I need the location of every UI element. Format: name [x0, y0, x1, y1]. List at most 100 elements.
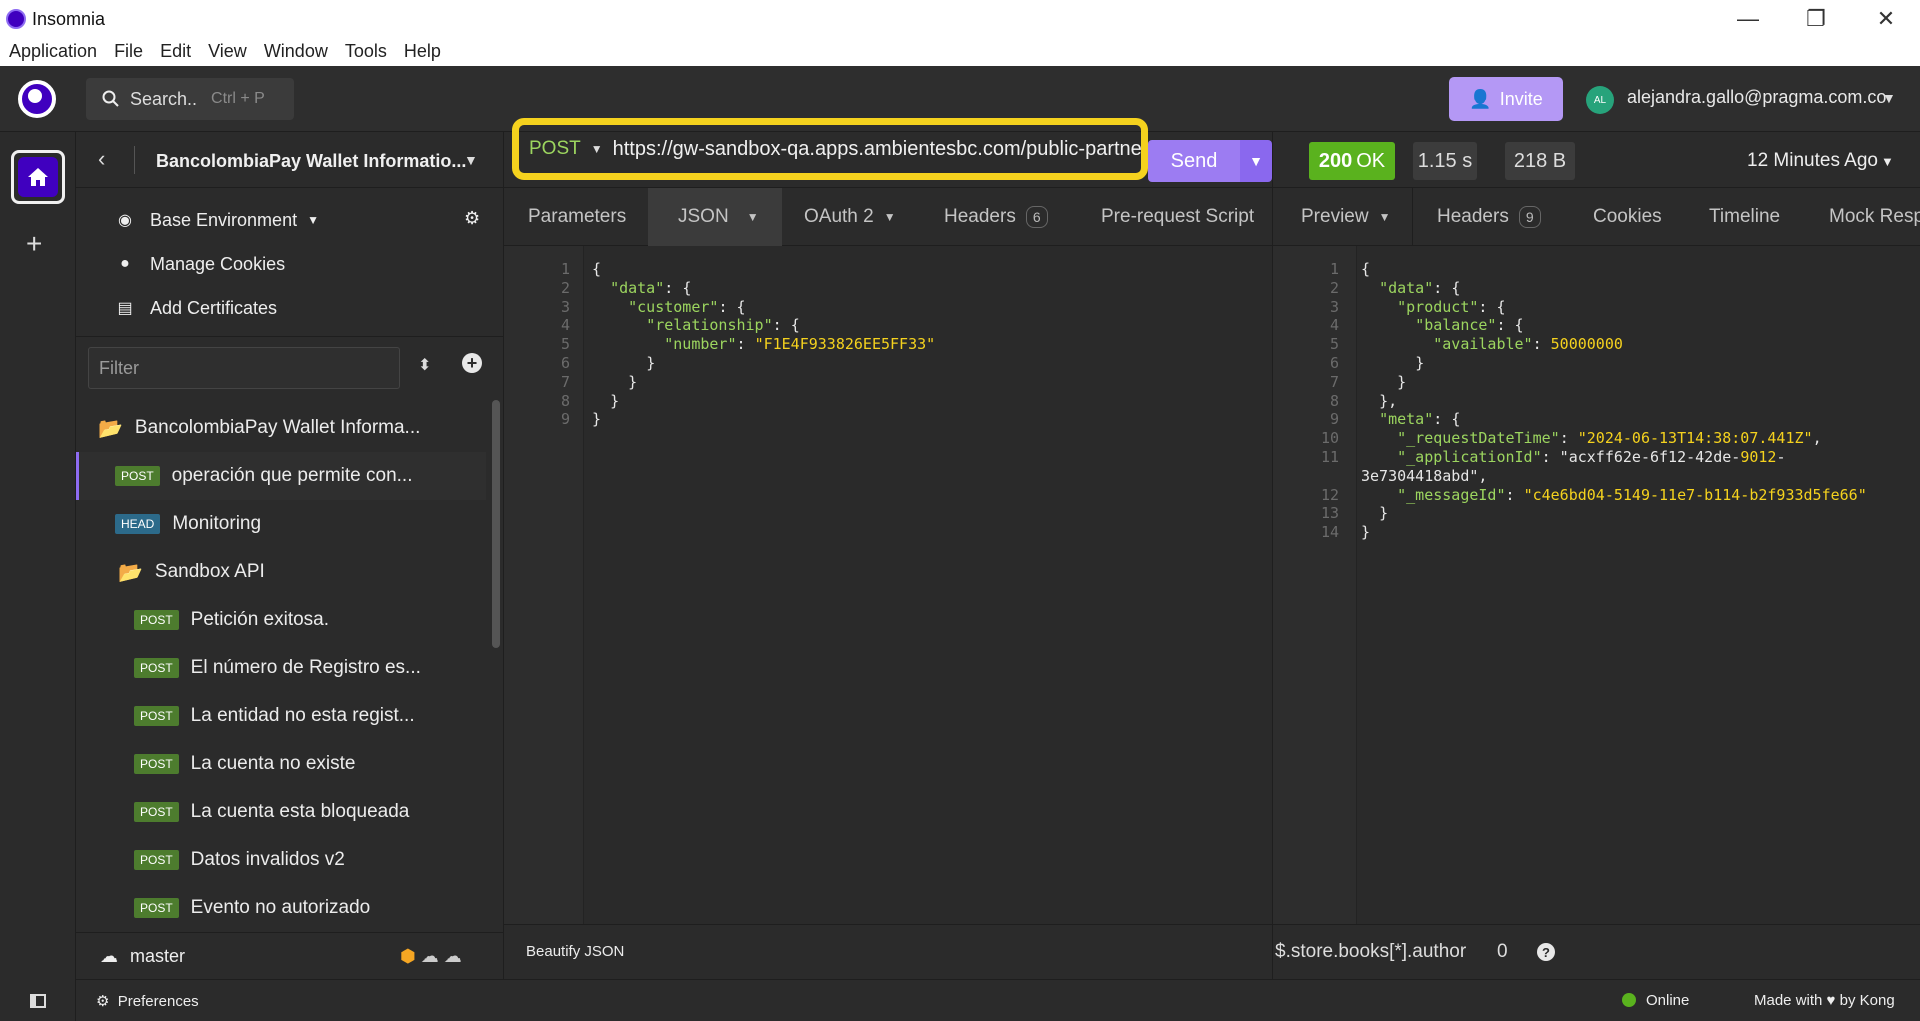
request-label: Datos invalidos v2: [190, 849, 345, 870]
chevron-down-icon[interactable]: ▼: [1881, 154, 1894, 169]
method-badge: POST: [134, 850, 179, 870]
certificate-icon: ▤: [117, 300, 133, 317]
request-item[interactable]: POST operación que permite con...: [76, 452, 486, 500]
method-selector[interactable]: POST: [529, 138, 581, 160]
tab-timeline[interactable]: Timeline: [1709, 188, 1780, 245]
gear-icon[interactable]: ⚙: [464, 208, 480, 229]
folder-item[interactable]: 📂 BancolombiaPay Wallet Informa...: [76, 404, 486, 452]
menu-window[interactable]: Window: [255, 38, 336, 66]
tab-headers-label: Headers: [944, 206, 1016, 227]
environment-icon: ◉: [118, 212, 132, 229]
gear-icon: ⚙: [96, 993, 110, 1010]
avatar[interactable]: AL: [1586, 86, 1614, 114]
send-button[interactable]: Send: [1148, 140, 1240, 182]
method-badge: POST: [134, 658, 179, 678]
request-item[interactable]: POST El número de Registro es...: [76, 644, 486, 692]
response-time: 1.15 s: [1413, 142, 1477, 180]
manage-cookies-button[interactable]: ● Manage Cookies: [76, 242, 504, 286]
package-icon[interactable]: ⬢: [400, 946, 416, 966]
by-kong-label: by Kong: [1839, 992, 1895, 1009]
tab-oauth[interactable]: OAuth 2 ▼: [804, 188, 896, 246]
code-line: "_messageId": "c4e6bd04-5149-11e7-b114-b…: [1397, 485, 1867, 504]
status-badge: 200 OK: [1309, 142, 1395, 180]
request-item[interactable]: POST La entidad no esta regist...: [76, 692, 486, 740]
workspace-name[interactable]: BancolombiaPay Wallet Informatio...: [156, 151, 466, 172]
menu-tools[interactable]: Tools: [336, 38, 395, 66]
user-email[interactable]: alejandra.gallo@pragma.com.co: [1627, 87, 1886, 108]
request-item[interactable]: POST Petición exitosa.: [76, 596, 486, 644]
chevron-down-icon[interactable]: ▼: [1882, 90, 1896, 106]
back-icon[interactable]: ‹: [98, 146, 105, 172]
add-request-icon[interactable]: +: [462, 353, 482, 373]
url-input-highlight[interactable]: POST ▼ https://gw-sandbox-qa.apps.ambien…: [512, 118, 1148, 180]
menu-help[interactable]: Help: [395, 38, 449, 66]
request-item[interactable]: POST La cuenta no existe: [76, 740, 486, 788]
line-number: 9: [560, 410, 570, 429]
tab-pre-request-script[interactable]: Pre-request Script: [1101, 188, 1254, 246]
tab-response-headers[interactable]: Headers 9: [1437, 188, 1541, 245]
response-tabs: Preview ▼ Headers 9 Cookies Timeline Moc…: [1272, 188, 1920, 246]
made-with-kong[interactable]: Made with ♥ by Kong: [1754, 992, 1895, 1009]
response-filter-input[interactable]: $.store.books[*].author: [1275, 941, 1466, 963]
request-label: operación que permite con...: [171, 465, 413, 486]
tab-json[interactable]: JSON ▼: [648, 188, 782, 246]
chevron-down-icon[interactable]: ▼: [591, 142, 603, 156]
request-item[interactable]: POST Datos invalidos v2: [76, 836, 486, 884]
request-item[interactable]: HEAD Monitoring: [76, 500, 486, 548]
send-options-icon[interactable]: ▼: [1240, 140, 1272, 182]
tab-preview-label: Preview: [1301, 206, 1369, 227]
tab-response-headers-label: Headers: [1437, 206, 1509, 227]
response-body-viewer[interactable]: 1{2 "data": {3 "product": {4 "balance": …: [1272, 246, 1920, 924]
request-item[interactable]: POST La cuenta esta bloqueada: [76, 788, 486, 836]
request-body-editor[interactable]: 1{2 "data": {3 "customer": {4 "relations…: [504, 246, 1272, 924]
headers-count: 6: [1025, 206, 1048, 228]
sidebar-scrollbar[interactable]: [492, 400, 500, 648]
insomnia-logo[interactable]: [18, 80, 56, 118]
tab-cookies[interactable]: Cookies: [1593, 188, 1662, 245]
cloud-download-icon[interactable]: ☁: [421, 946, 439, 966]
method-badge: POST: [134, 610, 179, 630]
response-headers-count: 9: [1518, 206, 1541, 228]
help-icon[interactable]: ?: [1537, 943, 1555, 961]
add-certificates-button[interactable]: ▤ Add Certificates: [76, 286, 504, 330]
request-item[interactable]: POST Evento no autorizado: [76, 884, 486, 932]
method-badge: POST: [134, 706, 179, 726]
close-button[interactable]: ✕: [1856, 4, 1916, 34]
left-rail: +: [0, 132, 76, 1021]
code-line: }: [592, 410, 602, 429]
minimize-button[interactable]: —: [1718, 4, 1778, 34]
made-with-label: Made with: [1754, 992, 1823, 1009]
invite-button[interactable]: 👤 Invite: [1449, 77, 1563, 121]
menu-view[interactable]: View: [199, 38, 255, 66]
tab-preview[interactable]: Preview ▼: [1273, 188, 1413, 245]
response-age[interactable]: 12 Minutes Ago: [1747, 150, 1878, 172]
folder-item[interactable]: 📂 Sandbox API: [76, 548, 486, 596]
manage-cookies-label: Manage Cookies: [150, 253, 286, 274]
environment-selector[interactable]: ◉ Base Environment ▼: [76, 198, 504, 242]
cookie-icon: ●: [120, 255, 130, 272]
tab-headers[interactable]: Headers 6: [944, 188, 1048, 246]
code-line: }: [1361, 523, 1371, 542]
environment-label: Base Environment: [150, 209, 298, 230]
menu-edit[interactable]: Edit: [151, 38, 199, 66]
url-input[interactable]: https://gw-sandbox-qa.apps.ambientesbc.c…: [613, 138, 1141, 161]
method-badge: POST: [134, 754, 179, 774]
beautify-json-button[interactable]: Beautify JSON: [526, 943, 624, 960]
cloud-upload-icon[interactable]: ☁: [444, 946, 462, 966]
sort-icon[interactable]: ⬍: [418, 355, 431, 375]
home-button[interactable]: [11, 150, 65, 204]
toggle-sidebar-icon[interactable]: [30, 994, 46, 1008]
request-label: La cuenta no existe: [190, 753, 356, 774]
search-button[interactable]: Search.. Ctrl + P: [86, 78, 294, 120]
tab-parameters[interactable]: Parameters: [528, 188, 626, 246]
add-project-icon[interactable]: +: [26, 228, 42, 260]
chevron-down-icon[interactable]: ▼: [464, 152, 478, 168]
preferences-button[interactable]: ⚙ Preferences: [96, 992, 199, 1010]
menu-application[interactable]: Application: [0, 38, 105, 66]
branch-row[interactable]: ☁ master ⬢ ☁ ☁: [76, 932, 504, 979]
tab-mock-response[interactable]: Mock Resp: [1829, 188, 1920, 245]
menu-file[interactable]: File: [105, 38, 151, 66]
filter-input[interactable]: Filter: [88, 347, 400, 389]
request-label: La cuenta esta bloqueada: [190, 801, 410, 822]
restore-button[interactable]: ❐: [1786, 4, 1846, 34]
